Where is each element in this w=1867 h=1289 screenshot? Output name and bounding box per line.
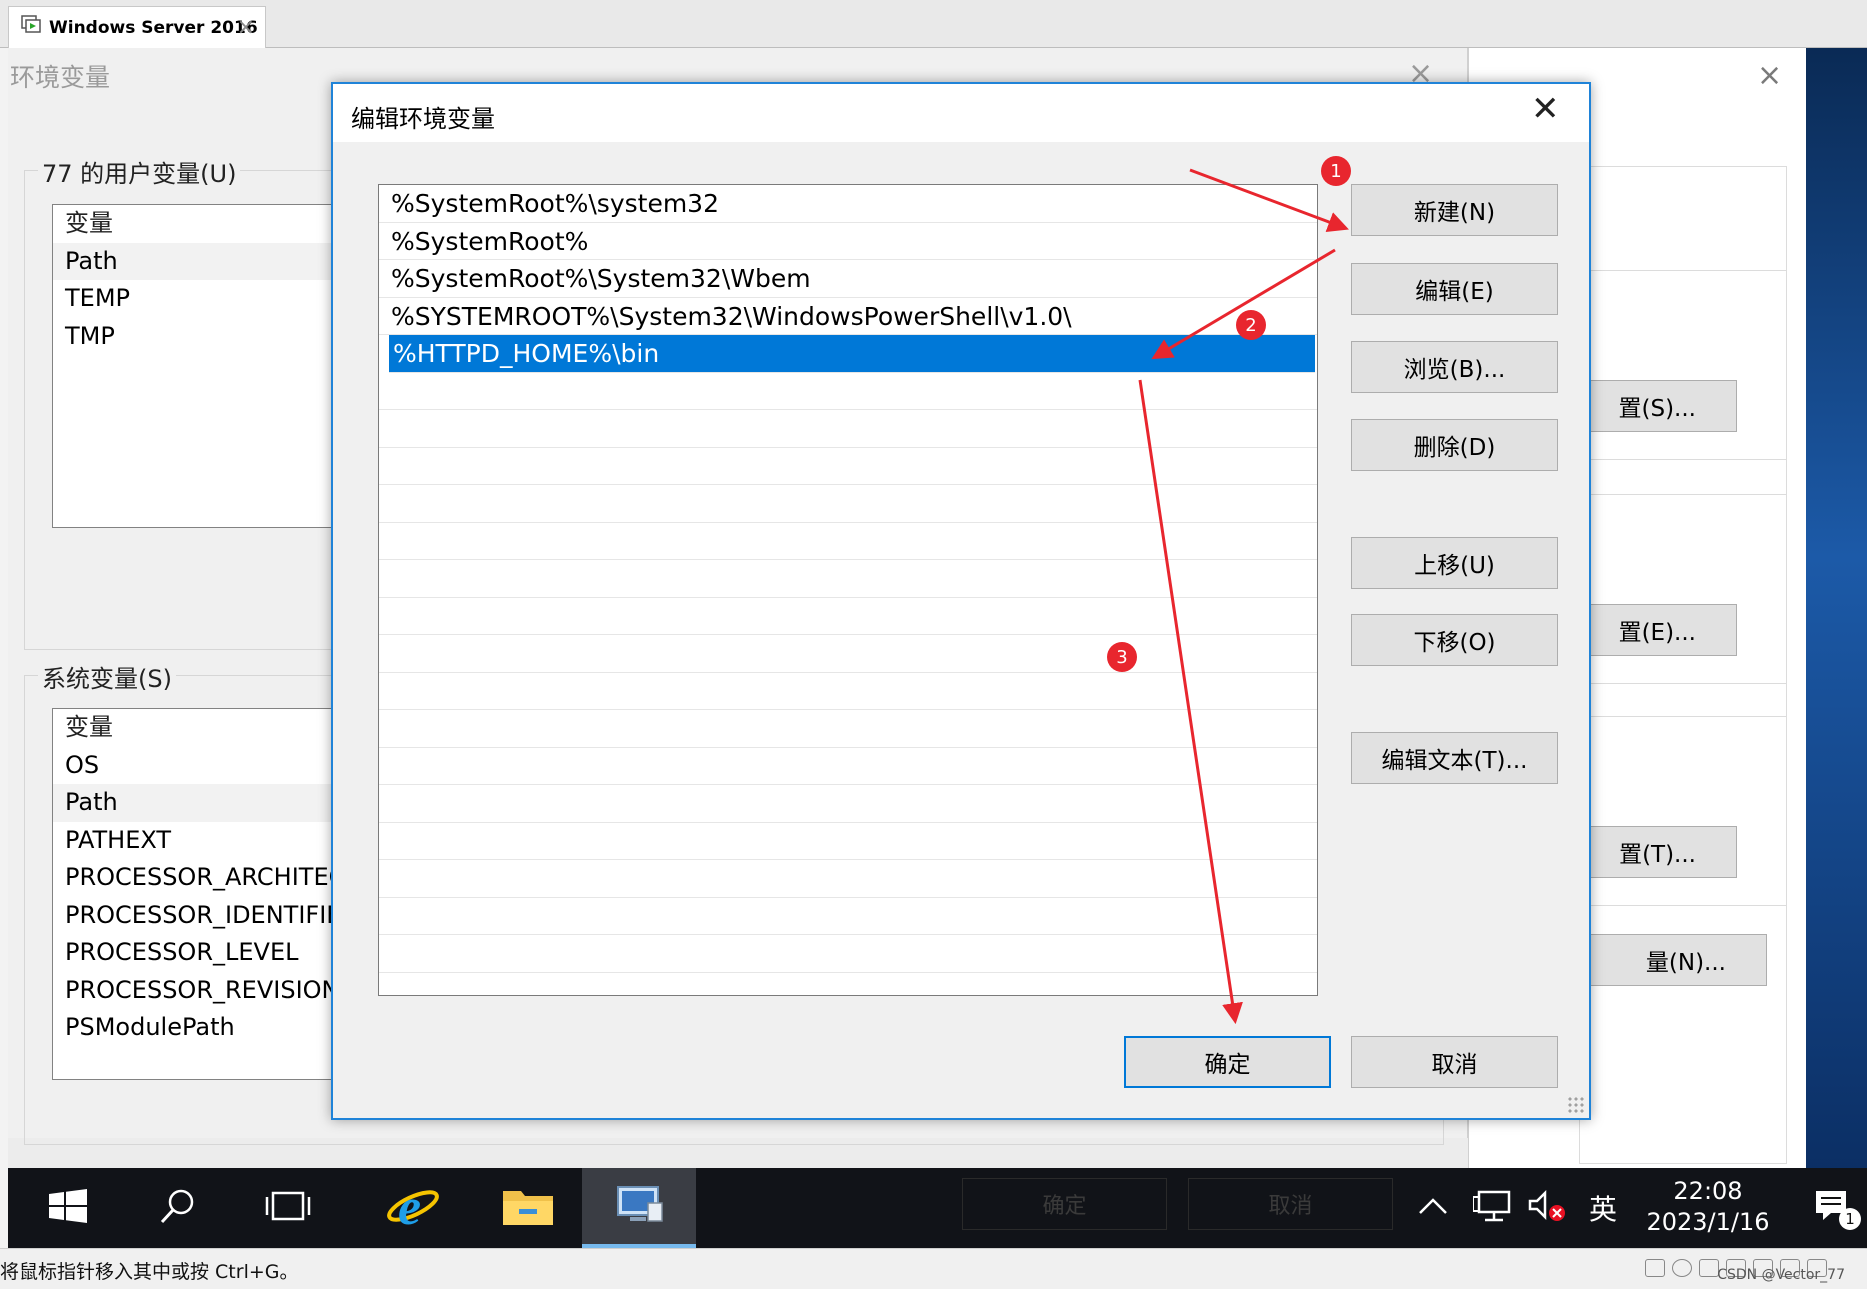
empty-row[interactable] [379, 560, 1317, 598]
search-icon [158, 1186, 198, 1230]
annotation-badge-2: 2 [1236, 310, 1266, 340]
edit-dialog-titlebar: 编辑环境变量 ✕ [333, 84, 1589, 142]
edit-text-button[interactable]: 编辑文本(T)... [1351, 732, 1558, 784]
svg-text:e: e [398, 1180, 421, 1232]
path-entry[interactable]: %SYSTEMROOT%\System32\WindowsPowerShell\… [379, 298, 1317, 335]
volume-button[interactable] [1523, 1168, 1573, 1248]
edit-environment-variable-dialog: 编辑环境变量 ✕ %SystemRoot%\system32 %SystemRo… [331, 82, 1591, 1120]
system-var-row[interactable]: Path [53, 784, 351, 822]
empty-row[interactable] [379, 410, 1317, 448]
path-entry[interactable]: %SystemRoot% [379, 223, 1317, 260]
network-adapter-icon[interactable] [1699, 1259, 1719, 1277]
empty-row[interactable] [379, 935, 1317, 973]
user-variables-list[interactable]: 变量 Path TEMP TMP [52, 204, 352, 528]
user-var-row[interactable]: TEMP [53, 280, 351, 318]
system-variables-list[interactable]: 变量 OS Path PATHEXT PROCESSOR_ARCHITECTUR… [52, 708, 352, 1080]
environment-variables-title: 环境变量 [10, 63, 111, 92]
user-var-header[interactable]: 变量 [53, 205, 351, 243]
empty-row[interactable] [379, 860, 1317, 898]
computer-settings-icon [612, 1183, 666, 1229]
vm-tab-close-icon[interactable]: × [237, 15, 255, 40]
annotation-badge-3: 3 [1107, 642, 1137, 672]
system-variables-label: 系统变量(S) [38, 659, 176, 694]
vm-tab[interactable]: Windows Server 2016 × [8, 6, 266, 48]
notification-count-badge: 1 [1839, 1208, 1861, 1230]
empty-row[interactable] [379, 598, 1317, 635]
volume-muted-icon [1528, 1189, 1568, 1227]
new-button[interactable]: 新建(N) [1351, 184, 1558, 236]
system-var-row[interactable]: PROCESSOR_REVISION [53, 972, 351, 1010]
empty-row[interactable] [379, 823, 1317, 860]
annotation-badge-1: 1 [1321, 156, 1351, 186]
user-var-row[interactable]: TMP [53, 318, 351, 356]
system-var-row[interactable]: PROCESSOR_ARCHITECTURE [53, 859, 351, 897]
system-var-row[interactable]: OS [53, 747, 351, 785]
system-var-row[interactable]: PSModulePath [53, 1009, 351, 1047]
path-entry[interactable]: %SystemRoot%\System32\Wbem [379, 260, 1317, 298]
clock[interactable]: 22:08 2023/1/16 [1633, 1176, 1783, 1238]
vm-input-hint: 将鼠标指针移入其中或按 Ctrl+G。 [0, 1261, 299, 1283]
show-hidden-icons-button[interactable] [1408, 1168, 1458, 1248]
windows-logo-icon [49, 1189, 87, 1227]
empty-row[interactable] [379, 373, 1317, 410]
system-var-header[interactable]: 变量 [53, 709, 351, 747]
vm-status-bar: 将鼠标指针移入其中或按 Ctrl+G。 CSDN @Vector_77 [0, 1248, 1867, 1289]
system-var-row[interactable]: PROCESSOR_IDENTIFIER [53, 897, 351, 935]
clock-time: 22:08 [1673, 1177, 1743, 1205]
user-variables-label: 77 的用户变量(U) [38, 154, 241, 189]
chevron-up-icon [1418, 1197, 1448, 1219]
empty-row[interactable] [379, 710, 1317, 748]
move-down-button[interactable]: 下移(O) [1351, 614, 1558, 666]
system-settings-taskbar-button[interactable] [582, 1168, 696, 1248]
cancel-button[interactable]: 取消 [1351, 1036, 1558, 1088]
empty-row[interactable] [379, 748, 1317, 785]
empty-row[interactable] [379, 673, 1317, 710]
system-var-row[interactable]: PATHEXT [53, 822, 351, 860]
action-center-button[interactable]: 1 [1803, 1168, 1863, 1248]
browse-button[interactable]: 浏览(B)... [1351, 341, 1558, 393]
ghost-ok-button: 确定 [962, 1178, 1167, 1230]
task-view-icon [265, 1190, 311, 1226]
resize-grip-icon[interactable] [1567, 1096, 1585, 1114]
cd-drive-icon[interactable] [1672, 1259, 1692, 1277]
edit-dialog-close-icon[interactable]: ✕ [1531, 92, 1560, 126]
empty-row[interactable] [379, 898, 1317, 935]
file-explorer-button[interactable] [478, 1168, 578, 1248]
internet-explorer-icon: e [385, 1179, 441, 1236]
clock-date: 2023/1/16 [1646, 1208, 1770, 1236]
vm-icon [21, 15, 41, 40]
empty-row[interactable] [379, 635, 1317, 673]
desktop-wallpaper [1806, 48, 1867, 1180]
empty-row[interactable] [379, 448, 1317, 485]
path-entries-list[interactable]: %SystemRoot%\system32 %SystemRoot% %Syst… [378, 184, 1318, 996]
vm-tab-strip: Windows Server 2016 × [0, 0, 1867, 48]
edit-dialog-title: 编辑环境变量 [351, 105, 495, 133]
move-up-button[interactable]: 上移(U) [1351, 537, 1558, 589]
network-icon [1472, 1189, 1513, 1227]
system-properties-close-icon[interactable]: × [1757, 58, 1782, 93]
internet-explorer-button[interactable]: e [368, 1168, 458, 1248]
folder-icon [501, 1185, 555, 1231]
search-button[interactable] [138, 1168, 218, 1248]
watermark: CSDN @Vector_77 [1717, 1267, 1845, 1283]
taskbar: e 确定 取消 英 22:08 2023/1/16 1 [8, 1168, 1867, 1248]
delete-button[interactable]: 删除(D) [1351, 419, 1558, 471]
ime-indicator[interactable]: 英 [1578, 1168, 1628, 1248]
empty-row[interactable] [379, 485, 1317, 523]
vm-tab-title: Windows Server 2016 [49, 17, 258, 38]
hard-disk-icon[interactable] [1645, 1259, 1665, 1277]
ghost-cancel-button: 取消 [1188, 1178, 1393, 1230]
ok-button[interactable]: 确定 [1124, 1036, 1331, 1088]
path-entry[interactable]: %SystemRoot%\system32 [379, 185, 1317, 223]
path-entry-selected[interactable]: %HTTPD_HOME%\bin [389, 335, 1315, 373]
user-var-row[interactable]: Path [53, 242, 351, 280]
system-var-row[interactable]: PROCESSOR_LEVEL [53, 934, 351, 972]
network-button[interactable] [1463, 1168, 1523, 1248]
edit-button[interactable]: 编辑(E) [1351, 263, 1558, 315]
start-button[interactable] [28, 1168, 108, 1248]
empty-row[interactable] [379, 523, 1317, 560]
task-view-button[interactable] [248, 1168, 328, 1248]
empty-row[interactable] [379, 785, 1317, 823]
